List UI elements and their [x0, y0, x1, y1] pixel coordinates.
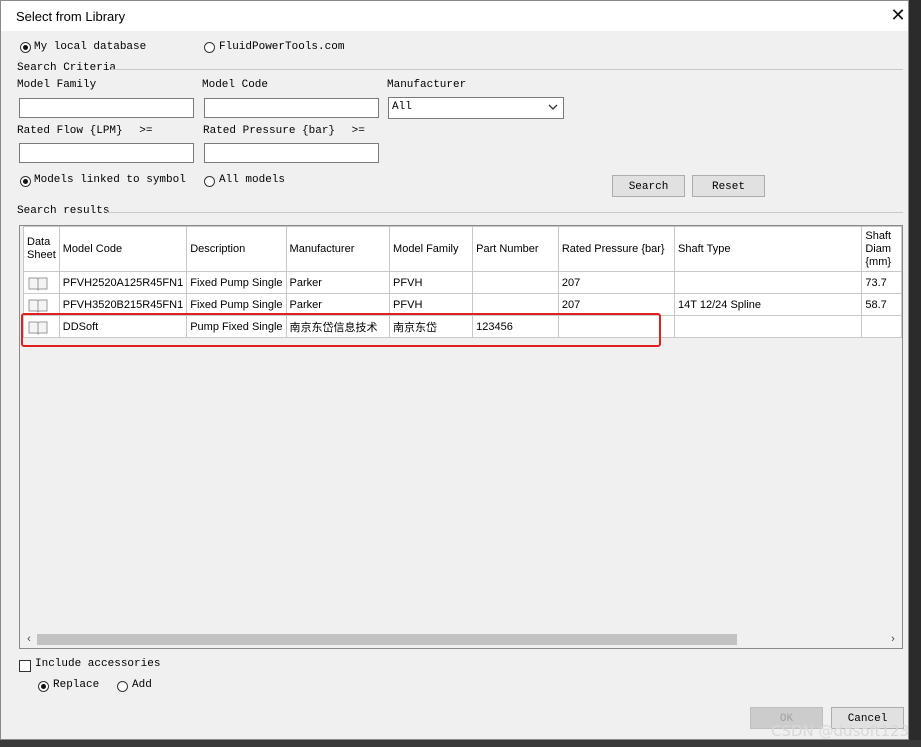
- rated-flow-label: Rated Flow {LPM} >=: [17, 125, 152, 137]
- search-criteria-group-label: Search Criteria: [17, 62, 117, 74]
- cell-model-family: PFVH: [389, 271, 474, 294]
- cell-shaft-type: [674, 271, 863, 294]
- radio-all-models[interactable]: [204, 176, 215, 187]
- local-database-label: My local database: [34, 41, 147, 53]
- model-family-label: Model Family: [17, 79, 97, 91]
- cell-model-code: PFVH2520A125R45FN1: [58, 271, 188, 294]
- scroll-right-icon[interactable]: ›: [886, 633, 900, 646]
- column-header[interactable]: Model Family: [389, 226, 474, 272]
- window-title: Select from Library: [16, 9, 126, 24]
- search-results-divider: [107, 212, 903, 213]
- column-header[interactable]: Data Sheet: [23, 226, 60, 272]
- model-family-input[interactable]: [19, 98, 194, 118]
- column-header[interactable]: Rated Pressure {bar}: [557, 226, 676, 272]
- rated-pressure-operator: >=: [351, 125, 365, 137]
- cell-shaft-diam: 58.7: [861, 293, 902, 316]
- include-accessories-label: Include accessories: [35, 658, 161, 670]
- rated-flow-input[interactable]: [19, 143, 194, 163]
- search-results-group-label: Search results: [17, 205, 110, 217]
- include-accessories-checkbox[interactable]: [19, 660, 31, 672]
- scroll-left-icon[interactable]: ‹: [22, 633, 36, 646]
- cell-shaft-diam: 73.7: [861, 271, 902, 294]
- cell-rated-pressure: 207: [557, 271, 676, 294]
- replace-label: Replace: [53, 679, 100, 691]
- results-header-row: Data Sheet Model Code Description Manufactu…: [23, 226, 902, 272]
- cell-shaft-diam: [861, 315, 902, 338]
- scrollbar-thumb[interactable]: [37, 634, 737, 645]
- manufacturer-select[interactable]: All: [388, 97, 564, 119]
- search-button[interactable]: Search: [612, 175, 685, 197]
- models-linked-label: Models linked to symbol: [34, 174, 186, 186]
- cell-part-number: [472, 271, 559, 294]
- highlight-annotation: [21, 313, 661, 347]
- close-icon[interactable]: ✕: [888, 5, 908, 25]
- rated-pressure-input[interactable]: [204, 143, 379, 163]
- column-header[interactable]: Shaft Type: [674, 226, 863, 272]
- rated-pressure-label: Rated Pressure {bar} >=: [203, 125, 365, 137]
- column-header[interactable]: Model Code: [58, 226, 188, 272]
- all-models-label: All models: [219, 174, 286, 186]
- column-header[interactable]: Shaft Diam {mm}: [861, 226, 902, 272]
- rated-flow-operator: >=: [139, 125, 153, 137]
- model-code-input[interactable]: [204, 98, 379, 118]
- cell-manufacturer: Parker: [285, 271, 391, 294]
- radio-add[interactable]: [117, 681, 128, 692]
- cell-shaft-type: 14T 12/24 Spline: [674, 293, 863, 316]
- select-from-library-dialog: Select from Library ✕ My local database …: [0, 0, 909, 740]
- add-label: Add: [132, 679, 152, 691]
- watermark: CSDN @ddsoft123: [771, 722, 910, 740]
- rated-pressure-label-text: Rated Pressure {bar}: [203, 125, 336, 137]
- data-sheet-cell[interactable]: [23, 271, 60, 294]
- manufacturer-label: Manufacturer: [387, 79, 467, 91]
- chevron-down-icon: [548, 104, 558, 110]
- column-header[interactable]: Part Number: [472, 226, 559, 272]
- rated-flow-label-text: Rated Flow {LPM}: [17, 125, 123, 137]
- title-bar: Select from Library ✕: [1, 1, 908, 31]
- manufacturer-selected-value: All: [392, 101, 412, 113]
- radio-models-linked[interactable]: [20, 176, 31, 187]
- table-row[interactable]: PFVH2520A125R45FN1 Fixed Pump Single Parke…: [23, 271, 902, 294]
- book-icon[interactable]: [27, 297, 49, 313]
- radio-local-database[interactable]: [20, 42, 31, 53]
- cell-description: Fixed Pump Single: [186, 271, 287, 294]
- column-header[interactable]: Manufacturer: [285, 226, 391, 272]
- results-grid[interactable]: Data Sheet Model Code Description Manufactu…: [19, 225, 903, 649]
- radio-fluidpowertools[interactable]: [204, 42, 215, 53]
- book-icon[interactable]: [27, 275, 49, 291]
- search-criteria-divider: [111, 69, 903, 70]
- radio-replace[interactable]: [38, 681, 49, 692]
- column-header[interactable]: Description: [186, 226, 287, 272]
- reset-button[interactable]: Reset: [692, 175, 765, 197]
- background-strip: [0, 740, 921, 747]
- fluidpowertools-label: FluidPowerTools.com: [219, 41, 345, 53]
- horizontal-scrollbar[interactable]: ‹ ›: [20, 631, 902, 648]
- model-code-label: Model Code: [202, 79, 269, 91]
- cell-shaft-type: [674, 315, 863, 338]
